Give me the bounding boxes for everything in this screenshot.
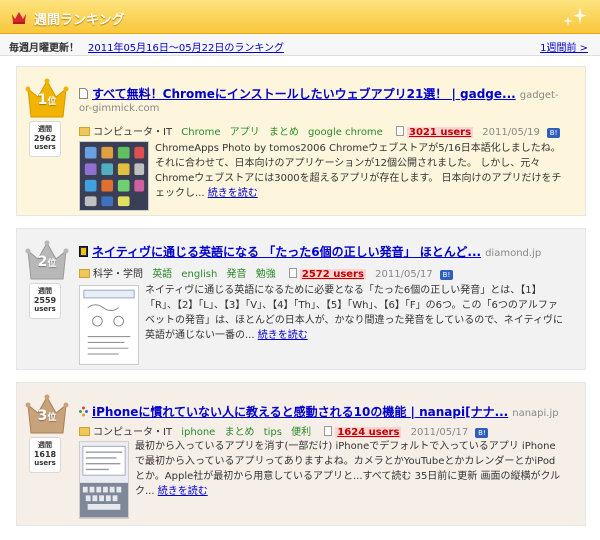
tag-link[interactable]: iphone — [181, 427, 215, 438]
entry-domain: gadget- — [519, 90, 559, 101]
nanapi-favicon-icon — [79, 406, 88, 417]
tag-link[interactable]: Chrome — [181, 127, 220, 138]
tag-link[interactable]: アプリ — [230, 127, 260, 138]
weekly-users-box: 週間 1618 users — [29, 437, 61, 473]
sparkle-icon — [563, 7, 587, 26]
entry-description: ChromeApps Photo by tomos2006 Chromeウェブス… — [155, 141, 565, 201]
rank-label: 3位 — [25, 393, 69, 437]
ranking-header: 週間ランキング — [0, 0, 600, 34]
users-count: 2559 — [33, 296, 57, 305]
entry-title-row: すべて無料！Chromeにインストールしたいウェブアプリ21選！ | gadge… — [79, 85, 559, 102]
page-title: 週間ランキング — [34, 13, 125, 28]
tag-link[interactable]: 便利 — [291, 427, 311, 438]
entry-title-row: ネイティヴに通じる英語になる 「たった6個の正しい発音」 ほとんど... diam… — [79, 243, 541, 260]
rank-label: 2位 — [25, 239, 69, 283]
entry-title-link[interactable]: すべて無料！Chromeにインストールしたいウェブアプリ21選！ | gadge… — [92, 87, 516, 101]
read-more-link[interactable]: 続きを読む — [258, 330, 308, 341]
users-count: 1618 — [33, 450, 57, 459]
tag-link[interactable]: tips — [264, 427, 282, 438]
favicon-icon — [79, 246, 88, 257]
bookmark-page-icon — [288, 268, 297, 278]
rank-label: 1位 — [25, 77, 69, 121]
date-range-link[interactable]: 2011年05月16日～05月22日のランキング — [88, 39, 284, 54]
rank-number: 3 — [37, 408, 48, 424]
hatena-b-icon[interactable]: B! — [475, 428, 489, 438]
entry-title-link[interactable]: iPhoneに慣れていない人に教えると感動される10の機能 | nanapi[ナ… — [92, 405, 508, 419]
read-more-link[interactable]: 続きを読む — [208, 188, 258, 199]
users-period: 週間 — [38, 125, 52, 133]
entry-thumbnail[interactable] — [79, 285, 139, 365]
ranking-entry: 2位 週間 2559 users ネイティヴに通じる英語になる 「たった6個の正… — [16, 228, 586, 370]
entry-thumbnail[interactable] — [79, 441, 129, 519]
users-period: 週間 — [38, 441, 52, 449]
crown-icon — [12, 12, 26, 24]
tag-link[interactable]: まとめ — [269, 127, 299, 138]
hatena-b-icon[interactable]: B! — [547, 128, 561, 138]
document-icon — [79, 88, 88, 99]
entry-title-row: iPhoneに慣れていない人に教えると感動される10の機能 | nanapi[ナ… — [79, 403, 559, 420]
tag-link[interactable]: 発音 — [227, 269, 247, 280]
users-period: 週間 — [38, 287, 52, 295]
entry-title-link[interactable]: ネイティヴに通じる英語になる 「たった6個の正しい発音」 ほとんど... — [92, 245, 481, 259]
entry-domain-continued: or-gimmick.com — [79, 103, 160, 114]
users-count: 2962 — [33, 134, 57, 143]
rank-suffix: 位 — [47, 259, 57, 269]
rank-number: 2 — [37, 254, 48, 270]
category-link[interactable]: コンピュータ・IT — [93, 127, 172, 138]
bookmark-page-icon — [324, 426, 333, 436]
entry-meta: コンピュータ・IT iphone まとめ tips 便利 1624 users … — [79, 423, 489, 438]
entry-date: 2011/05/17 — [375, 269, 433, 280]
entry-meta: コンピュータ・IT Chrome アプリ まとめ google chrome 3… — [79, 123, 561, 138]
bookmark-count-link[interactable]: 2572 users — [299, 269, 366, 280]
users-unit: users — [34, 459, 56, 467]
category-link[interactable]: 科学・学問 — [93, 269, 143, 280]
update-note: 毎週月曜更新！ — [9, 43, 79, 54]
rank-suffix: 位 — [47, 97, 57, 107]
description-text: ネイティヴに通じる英語になるために必要となる「たった6個の正しい発音」とは、【1… — [145, 285, 563, 341]
users-unit: users — [34, 143, 56, 151]
previous-week-link[interactable]: 1週間前 > — [540, 39, 588, 54]
users-unit: users — [34, 305, 56, 313]
weekly-users-box: 週間 2559 users — [29, 283, 61, 319]
rank-suffix: 位 — [47, 413, 57, 423]
entry-date: 2011/05/19 — [482, 127, 540, 138]
category-link[interactable]: コンピュータ・IT — [93, 427, 172, 438]
ranking-entry: 3位 週間 1618 users iPhoneに慣れていない人に教えると感動され… — [16, 382, 586, 526]
rank-number: 1 — [37, 92, 48, 108]
tag-link[interactable]: 勉強 — [256, 269, 276, 280]
tag-link[interactable]: まとめ — [225, 427, 255, 438]
hatena-b-icon[interactable]: B! — [439, 270, 453, 280]
entry-domain: nanapi.jp — [512, 408, 559, 419]
bookmark-page-icon — [396, 126, 405, 136]
entry-description: ネイティヴに通じる英語になるために必要となる「たった6個の正しい発音」とは、【1… — [145, 283, 565, 343]
read-more-link[interactable]: 続きを読む — [158, 486, 208, 497]
tag-link[interactable]: google chrome — [308, 127, 383, 138]
tag-link[interactable]: english — [181, 269, 217, 280]
tag-link[interactable]: 英語 — [152, 269, 172, 280]
entry-date: 2011/05/17 — [410, 427, 469, 438]
entry-meta: 科学・学問 英語 english 発音 勉強 2572 users 2011/0… — [79, 265, 453, 280]
entry-thumbnail[interactable] — [79, 141, 149, 211]
bookmark-count-link[interactable]: 1624 users — [335, 427, 402, 438]
entry-domain: diamond.jp — [485, 248, 542, 259]
bookmark-count-link[interactable]: 3021 users — [407, 127, 474, 138]
weekly-users-box: 週間 2962 users — [29, 121, 61, 157]
folder-icon — [79, 269, 90, 278]
folder-icon — [79, 127, 90, 136]
ranking-subbar: 毎週月曜更新！ 2011年05月16日～05月22日のランキング 1週間前 > — [0, 34, 600, 56]
entry-description: 最初から入っているアプリを消す(一部だけ) iPhoneでデフォルトで入っている… — [135, 439, 565, 499]
folder-icon — [79, 427, 90, 436]
ranking-entry: 1位 週間 2962 users すべて無料！Chromeにインストールしたいウ… — [16, 66, 586, 216]
